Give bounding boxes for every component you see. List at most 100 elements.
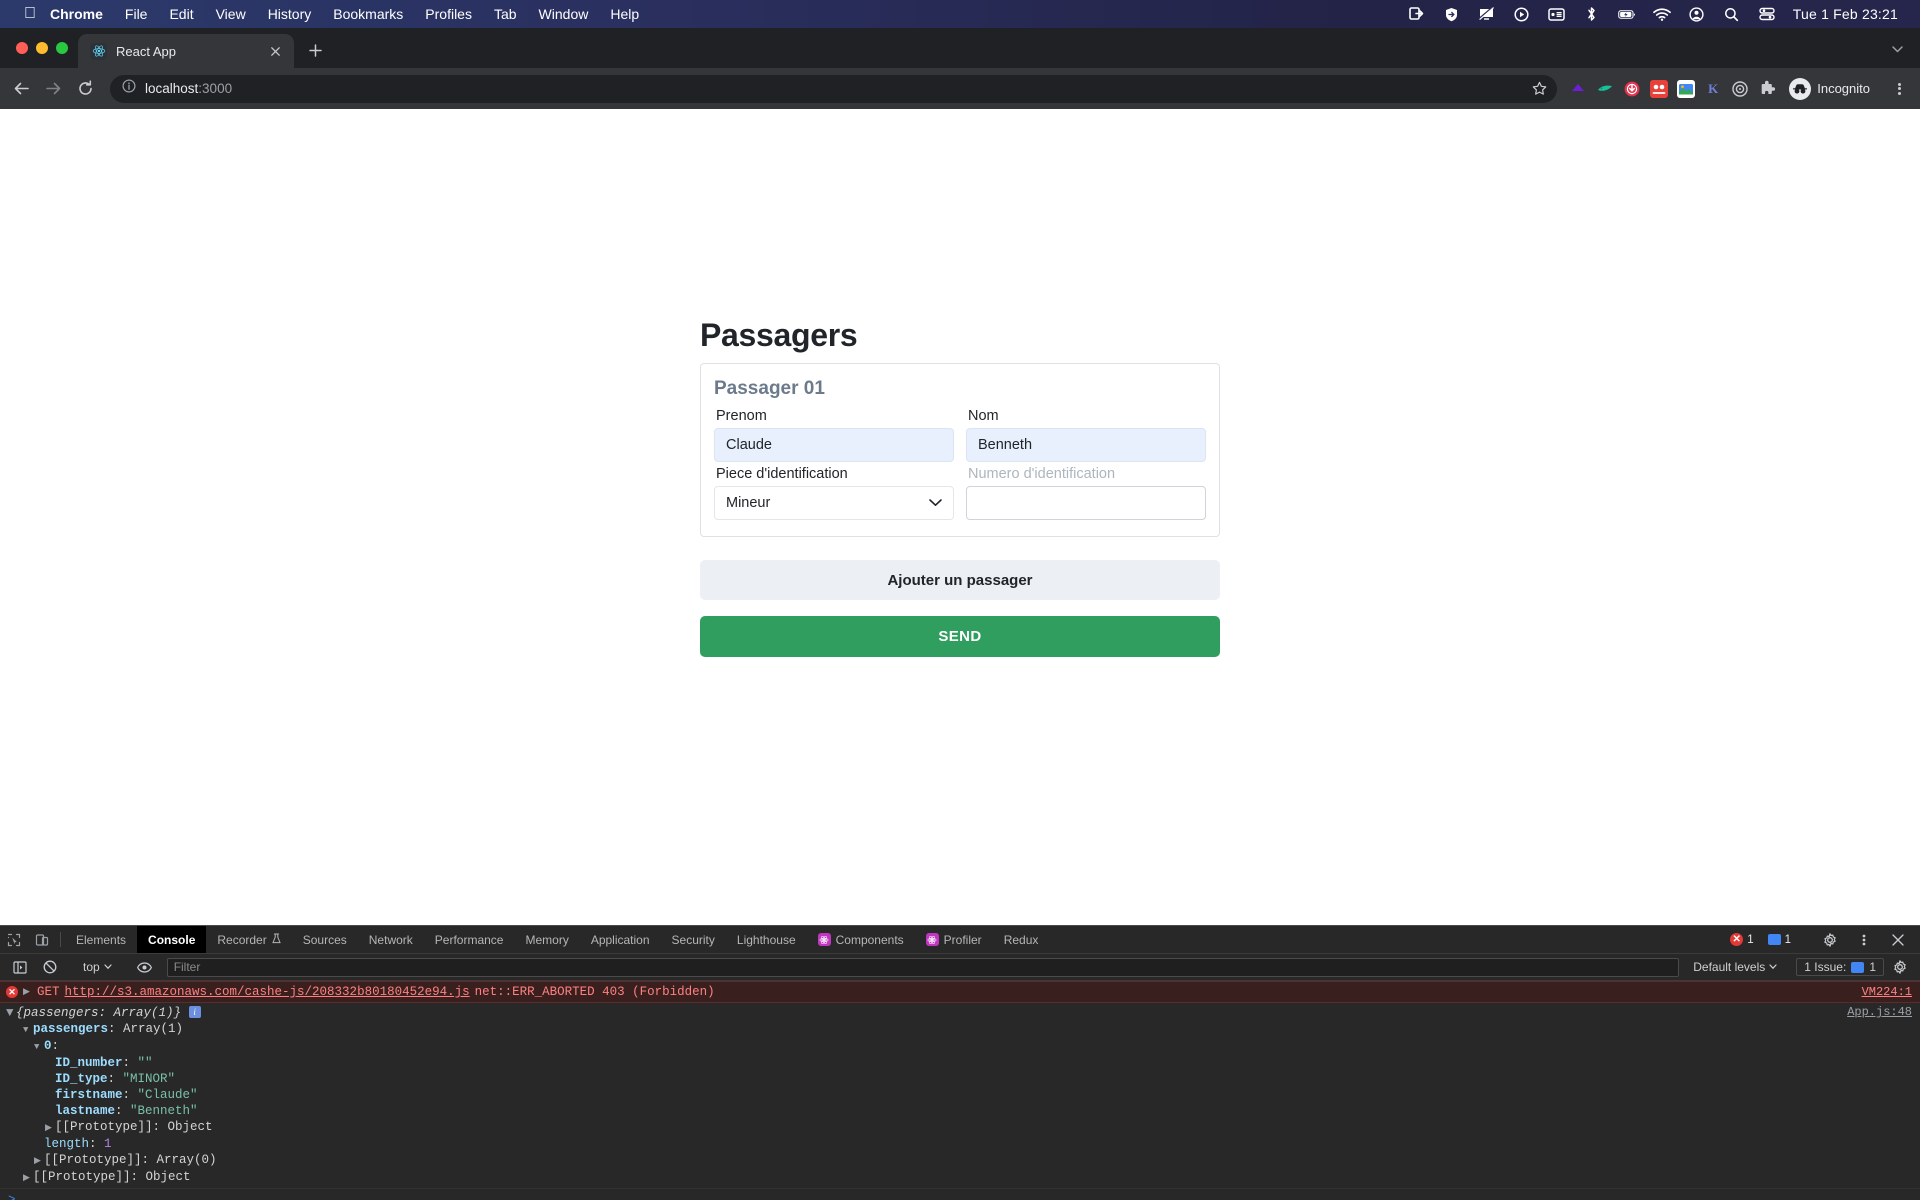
battery-charging-icon[interactable] xyxy=(1618,6,1636,22)
tab-performance[interactable]: Performance xyxy=(424,926,515,953)
tab-components[interactable]: Components xyxy=(807,926,915,953)
maximize-window-button[interactable] xyxy=(56,42,68,54)
shield-arrow-icon[interactable] xyxy=(1443,6,1461,22)
menu-item-bookmarks[interactable]: Bookmarks xyxy=(333,6,403,22)
tab-application[interactable]: Application xyxy=(580,926,661,953)
kebab-menu-icon[interactable] xyxy=(1886,74,1912,104)
numero-identification-input[interactable] xyxy=(966,486,1206,520)
tab-security[interactable]: Security xyxy=(661,926,726,953)
collapse-twisty-icon[interactable]: ▼ xyxy=(23,1022,33,1038)
extension-adblock-icon[interactable] xyxy=(1623,80,1641,98)
menu-bar-clock[interactable]: Tue 1 Feb 23:21 xyxy=(1793,6,1898,22)
object-tree-row[interactable]: ▶ [[Prototype]]: Object xyxy=(6,1169,1912,1186)
menu-item-profiles[interactable]: Profiles xyxy=(425,6,472,22)
menu-item-edit[interactable]: Edit xyxy=(169,6,193,22)
live-expression-icon[interactable] xyxy=(131,961,159,973)
message-count-badge[interactable]: 1 xyxy=(1764,934,1795,946)
close-window-button[interactable] xyxy=(16,42,28,54)
object-key: [[Prototype]] xyxy=(55,1120,153,1134)
info-badge-icon[interactable]: i xyxy=(188,1006,201,1018)
inspect-element-icon[interactable] xyxy=(0,926,28,953)
add-passenger-button[interactable]: Ajouter un passager xyxy=(700,560,1220,600)
console-error-row[interactable]: ✕ ▶ GET http://s3.amazonaws.com/cashe-js… xyxy=(0,981,1920,1003)
reload-icon[interactable] xyxy=(70,74,100,104)
menu-item-history[interactable]: History xyxy=(268,6,312,22)
menu-item-tab[interactable]: Tab xyxy=(494,6,517,22)
send-button[interactable]: SEND xyxy=(700,616,1220,657)
widget-icon[interactable] xyxy=(1548,6,1566,22)
prenom-input[interactable]: Claude xyxy=(714,428,954,462)
incognito-profile-button[interactable]: Incognito xyxy=(1786,76,1880,102)
log-levels-selector[interactable]: Default levels xyxy=(1687,960,1783,974)
expand-twisty-icon[interactable]: ▶ xyxy=(23,1170,33,1186)
wifi-icon[interactable] xyxy=(1652,6,1671,22)
gear-icon[interactable] xyxy=(1886,960,1914,974)
expand-twisty-icon[interactable]: ▶ xyxy=(45,1120,55,1136)
back-arrow-icon[interactable] xyxy=(6,74,36,104)
expand-arrow-icon[interactable]: ▶ xyxy=(23,987,32,997)
object-tree-row[interactable]: ▼ 0: xyxy=(6,1038,1912,1055)
extension-purple-icon[interactable] xyxy=(1569,80,1587,98)
console-prompt[interactable]: > xyxy=(0,1189,1920,1200)
object-tree-row[interactable]: ▼ passengers: Array(1) xyxy=(6,1021,1912,1038)
menu-item-view[interactable]: View xyxy=(216,6,246,22)
tab-recorder[interactable]: Recorder xyxy=(206,926,291,953)
menu-item-help[interactable]: Help xyxy=(610,6,639,22)
tab-lighthouse[interactable]: Lighthouse xyxy=(726,926,807,953)
apple-icon[interactable]:  xyxy=(24,6,36,22)
kebab-menu-icon[interactable] xyxy=(1850,933,1878,947)
extension-k-icon[interactable]: K xyxy=(1704,80,1722,98)
menu-item-chrome[interactable]: Chrome xyxy=(50,6,103,22)
address-bar[interactable]: localhost:3000 xyxy=(110,74,1558,103)
tab-console[interactable]: Console xyxy=(137,926,207,953)
screen-share-icon[interactable] xyxy=(1408,6,1426,22)
piece-identification-select[interactable]: Mineur xyxy=(714,486,954,520)
tab-network[interactable]: Network xyxy=(358,926,424,953)
object-summary-line[interactable]: ▼ {passengers: Array(1)} i xyxy=(6,1005,1912,1021)
menu-item-file[interactable]: File xyxy=(125,6,148,22)
object-tree-row[interactable]: ▶ [[Prototype]]: Array(0) xyxy=(6,1152,1912,1169)
account-icon[interactable] xyxy=(1688,6,1706,22)
nom-input[interactable]: Benneth xyxy=(966,428,1206,462)
error-count-badge[interactable]: ✕ 1 xyxy=(1726,933,1757,946)
error-url[interactable]: http://s3.amazonaws.com/cashe-js/208332b… xyxy=(65,985,470,999)
info-circle-icon[interactable] xyxy=(122,79,136,98)
extension-target-icon[interactable] xyxy=(1731,80,1749,98)
object-tree-row[interactable]: ▶ [[Prototype]]: Object xyxy=(6,1119,1912,1136)
display-off-icon[interactable] xyxy=(1478,6,1496,22)
tab-elements[interactable]: Elements xyxy=(65,926,137,953)
play-circle-icon[interactable] xyxy=(1513,6,1531,22)
device-toolbar-icon[interactable] xyxy=(28,926,56,953)
chevron-down-icon[interactable] xyxy=(1884,36,1910,62)
search-icon[interactable] xyxy=(1723,6,1741,22)
expand-twisty-icon[interactable]: ▶ xyxy=(34,1153,44,1169)
forward-arrow-icon[interactable] xyxy=(38,74,68,104)
collapse-twisty-icon[interactable]: ▼ xyxy=(6,1005,16,1021)
close-icon[interactable] xyxy=(1884,933,1912,946)
star-icon[interactable] xyxy=(1532,81,1547,96)
tab-profiler[interactable]: Profiler xyxy=(915,926,993,953)
extension-grammarly-icon[interactable] xyxy=(1596,80,1614,98)
clear-console-icon[interactable] xyxy=(36,960,64,974)
new-tab-button[interactable] xyxy=(300,35,330,65)
extensions-puzzle-icon[interactable] xyxy=(1758,80,1776,98)
bluetooth-icon[interactable] xyxy=(1583,6,1601,22)
tab-sources[interactable]: Sources xyxy=(292,926,358,953)
extension-red-square-icon[interactable] xyxy=(1650,79,1669,98)
gear-icon[interactable] xyxy=(1816,932,1844,947)
console-filter-input[interactable]: Filter xyxy=(166,957,1680,977)
console-sidebar-icon[interactable] xyxy=(6,960,34,974)
issues-badge[interactable]: 1 Issue: 1 xyxy=(1796,958,1884,976)
extension-image-icon[interactable] xyxy=(1677,79,1696,98)
error-source-link[interactable]: VM224:1 xyxy=(1862,985,1912,999)
execution-context-selector[interactable]: top xyxy=(77,960,118,974)
control-center-icon[interactable] xyxy=(1758,6,1776,22)
menu-item-window[interactable]: Window xyxy=(539,6,589,22)
tab-redux[interactable]: Redux xyxy=(993,926,1050,953)
tab-memory[interactable]: Memory xyxy=(514,926,579,953)
log-source-link[interactable]: App.js:48 xyxy=(1847,1005,1912,1019)
collapse-twisty-icon[interactable]: ▼ xyxy=(34,1039,44,1055)
close-icon[interactable] xyxy=(266,42,284,60)
browser-tab[interactable]: React App xyxy=(78,34,294,68)
minimize-window-button[interactable] xyxy=(36,42,48,54)
